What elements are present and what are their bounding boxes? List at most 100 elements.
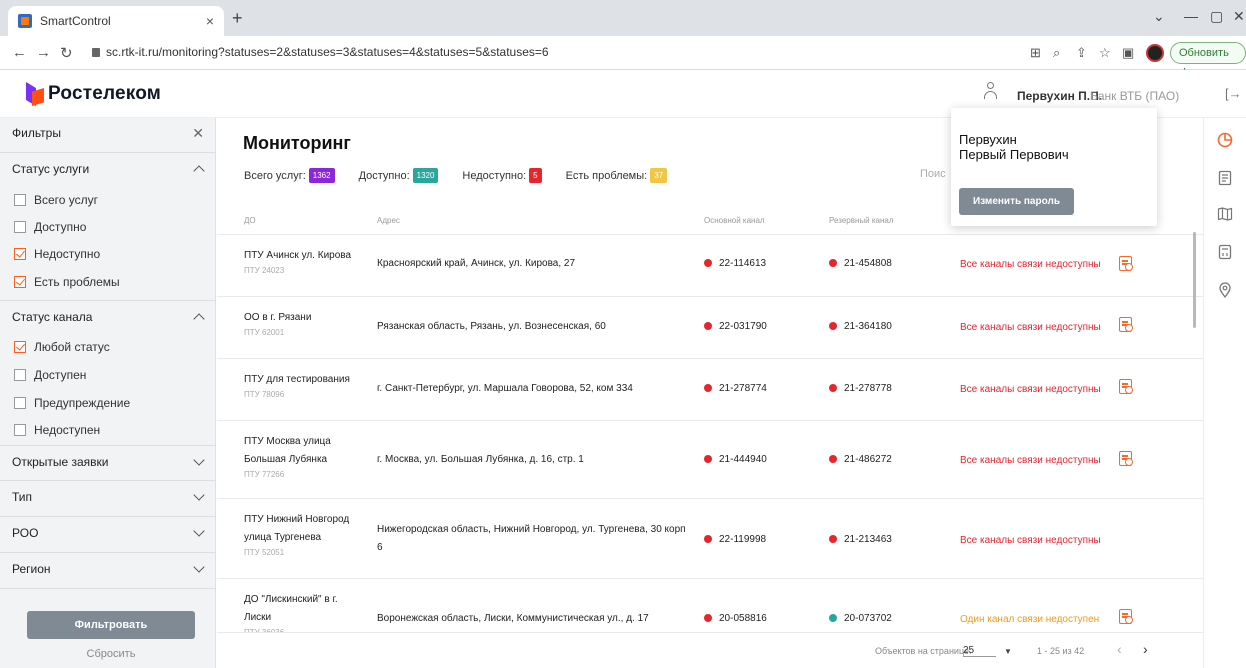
logo[interactable]: Ростелеком (26, 82, 161, 106)
tab-search-chevron-icon[interactable]: ⌄ (1153, 8, 1165, 25)
row-main-channel[interactable]: 22-031790 (704, 318, 767, 336)
channel-status-toggle[interactable]: Статус канала (0, 302, 216, 332)
checkbox-channel-unavailable[interactable]: Недоступен (14, 423, 100, 437)
open-requests-toggle[interactable]: Открытые заявки (0, 447, 216, 477)
checkbox-has-problems[interactable]: Есть проблемы (14, 275, 120, 289)
row-main-channel[interactable]: 22-119998 (704, 531, 766, 549)
row-address: Рязанская область, Рязань, ул. Вознесенс… (377, 321, 606, 332)
reset-filters-link[interactable]: Сбросить (0, 648, 222, 660)
logout-icon[interactable]: [→ (1225, 86, 1242, 101)
map-book-icon[interactable] (1217, 206, 1233, 222)
column-header-do[interactable]: ДО (244, 216, 256, 225)
per-page-select[interactable]: 25 (963, 645, 997, 657)
close-filters-icon[interactable]: ✕ (192, 125, 204, 142)
row-reserve-channel[interactable]: 21-486272 (829, 451, 892, 469)
browser-tab-title: SmartControl (40, 14, 111, 28)
status-dot-icon (829, 455, 837, 463)
row-reserve-channel[interactable]: 21-278778 (829, 380, 892, 398)
stat-problems[interactable]: Есть проблемы: 37 (566, 168, 668, 183)
status-dot-icon (704, 614, 712, 622)
checkbox-channel-available[interactable]: Доступен (14, 368, 86, 382)
checkbox-all-services[interactable]: Всего услуг (14, 193, 98, 207)
zoom-icon[interactable]: ⌕ (1053, 45, 1060, 61)
url-field[interactable]: sc.rtk-it.ru/monitoring?statuses=2&statu… (92, 45, 549, 59)
update-browser-label: Обновить (1179, 47, 1229, 59)
new-tab-icon[interactable]: + (232, 8, 243, 29)
stat-total[interactable]: Всего услуг: 1362 (244, 168, 335, 183)
channel-status-label: Статус канала (12, 310, 93, 324)
channel-id: 22-119998 (719, 534, 767, 545)
share-icon[interactable]: ⇪ (1076, 45, 1087, 61)
checkbox-any-status[interactable]: Любой статус (14, 340, 110, 354)
location-pin-icon[interactable] (1217, 282, 1233, 298)
table-row[interactable]: ПТУ Москва улица Большая Лубянка ПТУ 7726… (217, 420, 1203, 498)
stat-available[interactable]: Доступно: 1320 (359, 168, 439, 183)
chevron-down-icon[interactable]: ▼ (1004, 647, 1012, 656)
channel-id: 20-058816 (719, 613, 767, 624)
translate-icon[interactable]: ⊞ (1030, 45, 1041, 61)
row-reserve-channel[interactable]: 21-454808 (829, 255, 892, 273)
checkbox-icon (14, 221, 26, 233)
tab-close-icon[interactable]: × (206, 13, 214, 29)
apply-filter-button[interactable]: Фильтровать (27, 611, 195, 639)
side-panel-icon[interactable]: ▣ (1122, 45, 1134, 61)
chevron-up-icon (194, 312, 204, 322)
document-icon[interactable] (1217, 170, 1233, 186)
channel-id: 21-444940 (719, 454, 767, 465)
column-header-reserve-channel[interactable]: Резервный канал (829, 216, 894, 225)
forward-arrow-icon[interactable]: → (36, 44, 51, 61)
table-row[interactable]: ПТУ Нижний Новгород улица Тургенева ПТУ 5… (217, 498, 1203, 578)
stat-badge: 1320 (412, 168, 439, 183)
prev-page-icon[interactable]: ‹ (1117, 641, 1122, 657)
table-row[interactable]: ПТУ Ачинск ул. Кирова ПТУ 24023 Красноярс… (217, 234, 1203, 296)
column-header-main-channel[interactable]: Основной канал (704, 216, 765, 225)
table-scrollbar[interactable] (1193, 232, 1196, 328)
row-main-channel[interactable]: 21-444940 (704, 451, 767, 469)
row-reserve-channel[interactable]: 20-073702 (829, 610, 892, 628)
stat-unavailable[interactable]: Недоступно: 5 (462, 168, 542, 183)
ticket-document-icon[interactable] (1119, 317, 1133, 332)
row-main-channel[interactable]: 21-278774 (704, 380, 767, 398)
window-close-icon[interactable]: ✕ (1233, 8, 1245, 25)
ticket-document-icon[interactable] (1119, 256, 1133, 271)
table-row[interactable]: ОО в г. Рязани ПТУ 62001 Рязанская област… (217, 296, 1203, 358)
ticket-document-icon[interactable] (1119, 379, 1133, 394)
checkbox-available[interactable]: Доступно (14, 220, 86, 234)
ticket-document-icon[interactable] (1119, 609, 1133, 624)
checkbox-label: Доступно (34, 220, 87, 234)
bookmark-star-icon[interactable]: ☆ (1099, 45, 1111, 61)
profile-avatar[interactable] (1146, 44, 1164, 62)
next-page-icon[interactable]: › (1143, 641, 1148, 657)
row-main-channel[interactable]: 22-114613 (704, 255, 766, 273)
region-toggle[interactable]: Регион (0, 554, 216, 584)
back-arrow-icon[interactable]: ← (12, 44, 27, 61)
table-row[interactable]: ПТУ для тестирования ПТУ 78096 г. Санкт-П… (217, 358, 1203, 420)
checkbox-unavailable[interactable]: Недоступно (14, 247, 100, 261)
table-row[interactable]: ДО "Лискинский" в г. ЛискиПТУ 36036 Воро… (217, 578, 1203, 638)
update-browser-button[interactable]: Обновить ⋮ (1170, 42, 1246, 79)
change-password-button[interactable]: Изменить пароль (959, 188, 1074, 215)
divider (0, 552, 216, 553)
calculator-icon[interactable] (1217, 244, 1233, 260)
monitoring-chart-icon[interactable] (1217, 132, 1233, 148)
reload-icon[interactable]: ↻ (60, 44, 73, 62)
column-header-address[interactable]: Адрес (377, 216, 400, 225)
channel-id: 20-073702 (844, 613, 892, 624)
row-status: Один канал связи недоступен (960, 614, 1100, 625)
channel-id: 21-278774 (719, 383, 767, 394)
service-status-toggle[interactable]: Статус услуги (0, 154, 216, 184)
row-reserve-channel[interactable]: 21-364180 (829, 318, 892, 336)
row-address: Нижегородская область, Нижний Новгород, … (377, 524, 686, 553)
maximize-icon[interactable]: ▢ (1210, 8, 1223, 25)
row-reserve-channel[interactable]: 21-213463 (829, 531, 892, 549)
user-icon[interactable] (983, 82, 997, 100)
browser-tab[interactable]: SmartControl × (8, 6, 224, 36)
search-input[interactable]: Поис (920, 168, 946, 180)
row-main-channel[interactable]: 20-058816 (704, 610, 767, 628)
type-toggle[interactable]: Тип (0, 482, 216, 512)
minimize-icon[interactable]: — (1184, 8, 1198, 24)
roo-toggle[interactable]: РОО (0, 518, 216, 548)
section-label: Открытые заявки (12, 455, 109, 469)
ticket-document-icon[interactable] (1119, 451, 1133, 466)
checkbox-channel-warning[interactable]: Предупреждение (14, 396, 130, 410)
